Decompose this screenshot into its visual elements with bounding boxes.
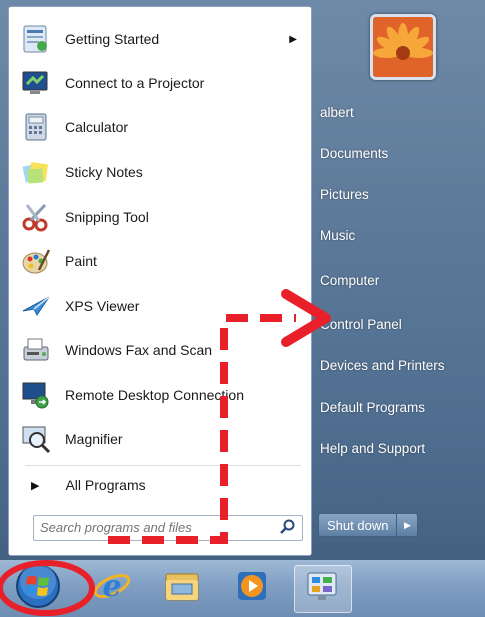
control-panel-icon: [303, 567, 343, 612]
shutdown-options-button[interactable]: ▶: [397, 513, 419, 537]
search-box[interactable]: [33, 515, 303, 541]
right-item-label: Devices and Printers: [320, 357, 445, 373]
all-programs-button[interactable]: ▶ All Programs: [9, 469, 311, 501]
search-input[interactable]: [34, 516, 276, 538]
start-button[interactable]: [12, 562, 64, 614]
xps-viewer-icon: [19, 289, 53, 323]
search-icon[interactable]: [280, 519, 296, 540]
program-item-calculator[interactable]: Calculator: [9, 107, 311, 147]
program-label: Sticky Notes: [65, 164, 143, 180]
right-item-documents[interactable]: Documents: [320, 140, 470, 166]
right-item-label: Computer: [320, 272, 380, 288]
program-label: Magnifier: [65, 431, 123, 447]
remote-desktop-icon: [19, 378, 53, 412]
program-item-paint[interactable]: Paint: [9, 241, 311, 281]
right-item-label: Default Programs: [320, 399, 426, 415]
right-item-label: albert: [320, 104, 354, 120]
sticky-notes-icon: [19, 155, 53, 189]
program-label: XPS Viewer: [65, 298, 140, 314]
program-item-connect-to-a-projector[interactable]: Connect to a Projector: [9, 63, 311, 103]
taskbar-control-panel[interactable]: [294, 565, 352, 613]
program-item-sticky-notes[interactable]: Sticky Notes: [9, 152, 311, 192]
program-label: Getting Started: [65, 31, 160, 47]
right-item-pictures[interactable]: Pictures: [320, 181, 470, 207]
right-item-music[interactable]: Music: [320, 222, 470, 248]
taskbar-file-explorer[interactable]: [158, 565, 206, 611]
program-item-getting-started[interactable]: Getting Started ▶: [9, 19, 311, 59]
submenu-arrow-icon: ▶: [289, 33, 297, 45]
all-programs-label: All Programs: [65, 477, 146, 493]
right-item-label: Documents: [320, 145, 389, 161]
shutdown-group: Shut down ▶: [318, 513, 419, 537]
expand-arrow-icon: ▶: [31, 479, 40, 492]
right-item-computer[interactable]: Computer: [320, 267, 470, 293]
taskbar-internet-explorer[interactable]: e: [88, 565, 136, 611]
right-item-label: Control Panel: [320, 316, 402, 332]
program-item-magnifier[interactable]: Magnifier: [9, 419, 311, 459]
taskbar-media-player[interactable]: [228, 565, 276, 611]
file-explorer-folder-icon: [162, 566, 202, 611]
chevron-right-icon: ▶: [403, 519, 411, 530]
right-item-help-and-support[interactable]: Help and Support: [320, 435, 470, 461]
right-item-label: Pictures: [320, 186, 369, 202]
program-label: Calculator: [65, 119, 129, 135]
program-label: Remote Desktop Connection: [65, 387, 244, 403]
program-item-windows-fax-and-scan[interactable]: Windows Fax and Scan: [9, 330, 311, 370]
right-item-devices-and-printers[interactable]: Devices and Printers: [320, 352, 470, 378]
calculator-icon: [19, 110, 53, 144]
media-player-icon: [232, 566, 272, 611]
paint-palette-icon: [19, 244, 53, 278]
program-item-snipping-tool[interactable]: Snipping Tool: [9, 197, 311, 237]
program-label: Snipping Tool: [65, 209, 149, 225]
program-label: Connect to a Projector: [65, 75, 205, 91]
fax-scanner-icon: [19, 333, 53, 367]
program-label: Paint: [65, 253, 97, 269]
magnifier-icon: [19, 422, 53, 456]
projector-icon: [19, 66, 53, 100]
windows-start-orb-icon: [15, 562, 61, 614]
right-item-user[interactable]: albert: [320, 99, 470, 125]
program-item-xps-viewer[interactable]: XPS Viewer: [9, 286, 311, 326]
right-item-control-panel[interactable]: Control Panel: [320, 311, 470, 337]
scissors-icon: [19, 200, 53, 234]
taskbar: e: [0, 560, 485, 617]
right-item-label: Help and Support: [320, 440, 426, 456]
start-menu-programs-panel: Getting Started ▶ Connect to a Projector…: [8, 6, 312, 556]
getting-started-icon: [19, 22, 53, 56]
right-item-default-programs[interactable]: Default Programs: [320, 394, 470, 420]
shutdown-label: Shut down: [327, 517, 389, 533]
user-avatar[interactable]: [370, 14, 436, 80]
programs-divider: [25, 465, 301, 466]
shutdown-button[interactable]: Shut down: [318, 513, 398, 537]
svg-text:e: e: [102, 569, 121, 604]
right-item-label: Music: [320, 227, 356, 243]
internet-explorer-icon: e: [92, 566, 132, 611]
screenshot-frame: Getting Started ▶ Connect to a Projector…: [0, 0, 485, 617]
program-label: Windows Fax and Scan: [65, 342, 213, 358]
program-item-remote-desktop-connection[interactable]: Remote Desktop Connection: [9, 375, 311, 415]
